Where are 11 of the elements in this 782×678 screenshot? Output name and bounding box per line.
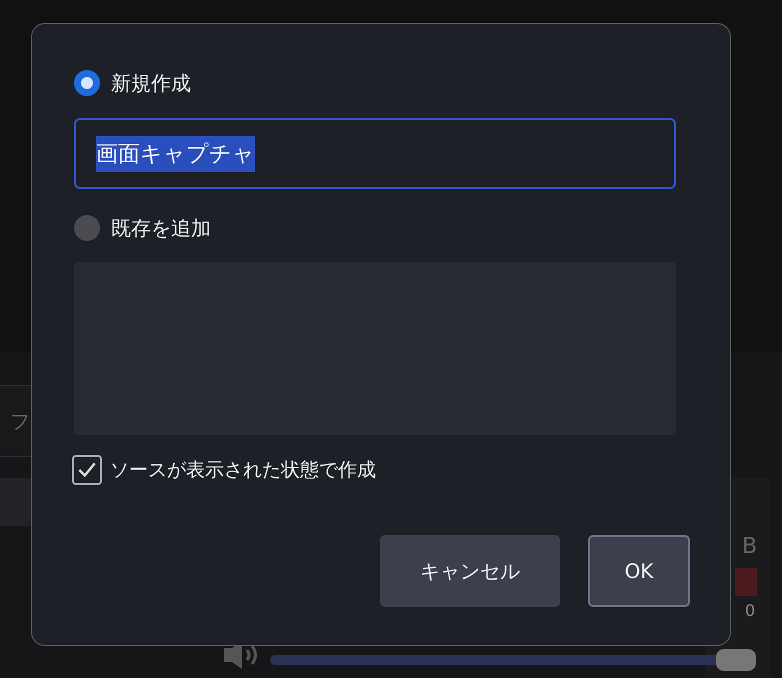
volume-slider[interactable] [270, 649, 756, 671]
ok-button[interactable]: OK [588, 535, 690, 607]
meter-unit-label: B [742, 534, 758, 559]
name-field[interactable]: 画面キャプチャ [74, 118, 676, 189]
visible-checkbox[interactable]: ソースが表示された状態で作成 [72, 455, 688, 485]
radio-option[interactable]: 新規作成 [74, 68, 688, 98]
meter-bar [735, 568, 757, 596]
dock-label: フ [10, 408, 30, 435]
cancel-button[interactable]: キャンセル [380, 535, 560, 607]
meter-tick-label: 0 [745, 601, 756, 620]
radio-option[interactable]: 既存を追加 [74, 213, 688, 243]
